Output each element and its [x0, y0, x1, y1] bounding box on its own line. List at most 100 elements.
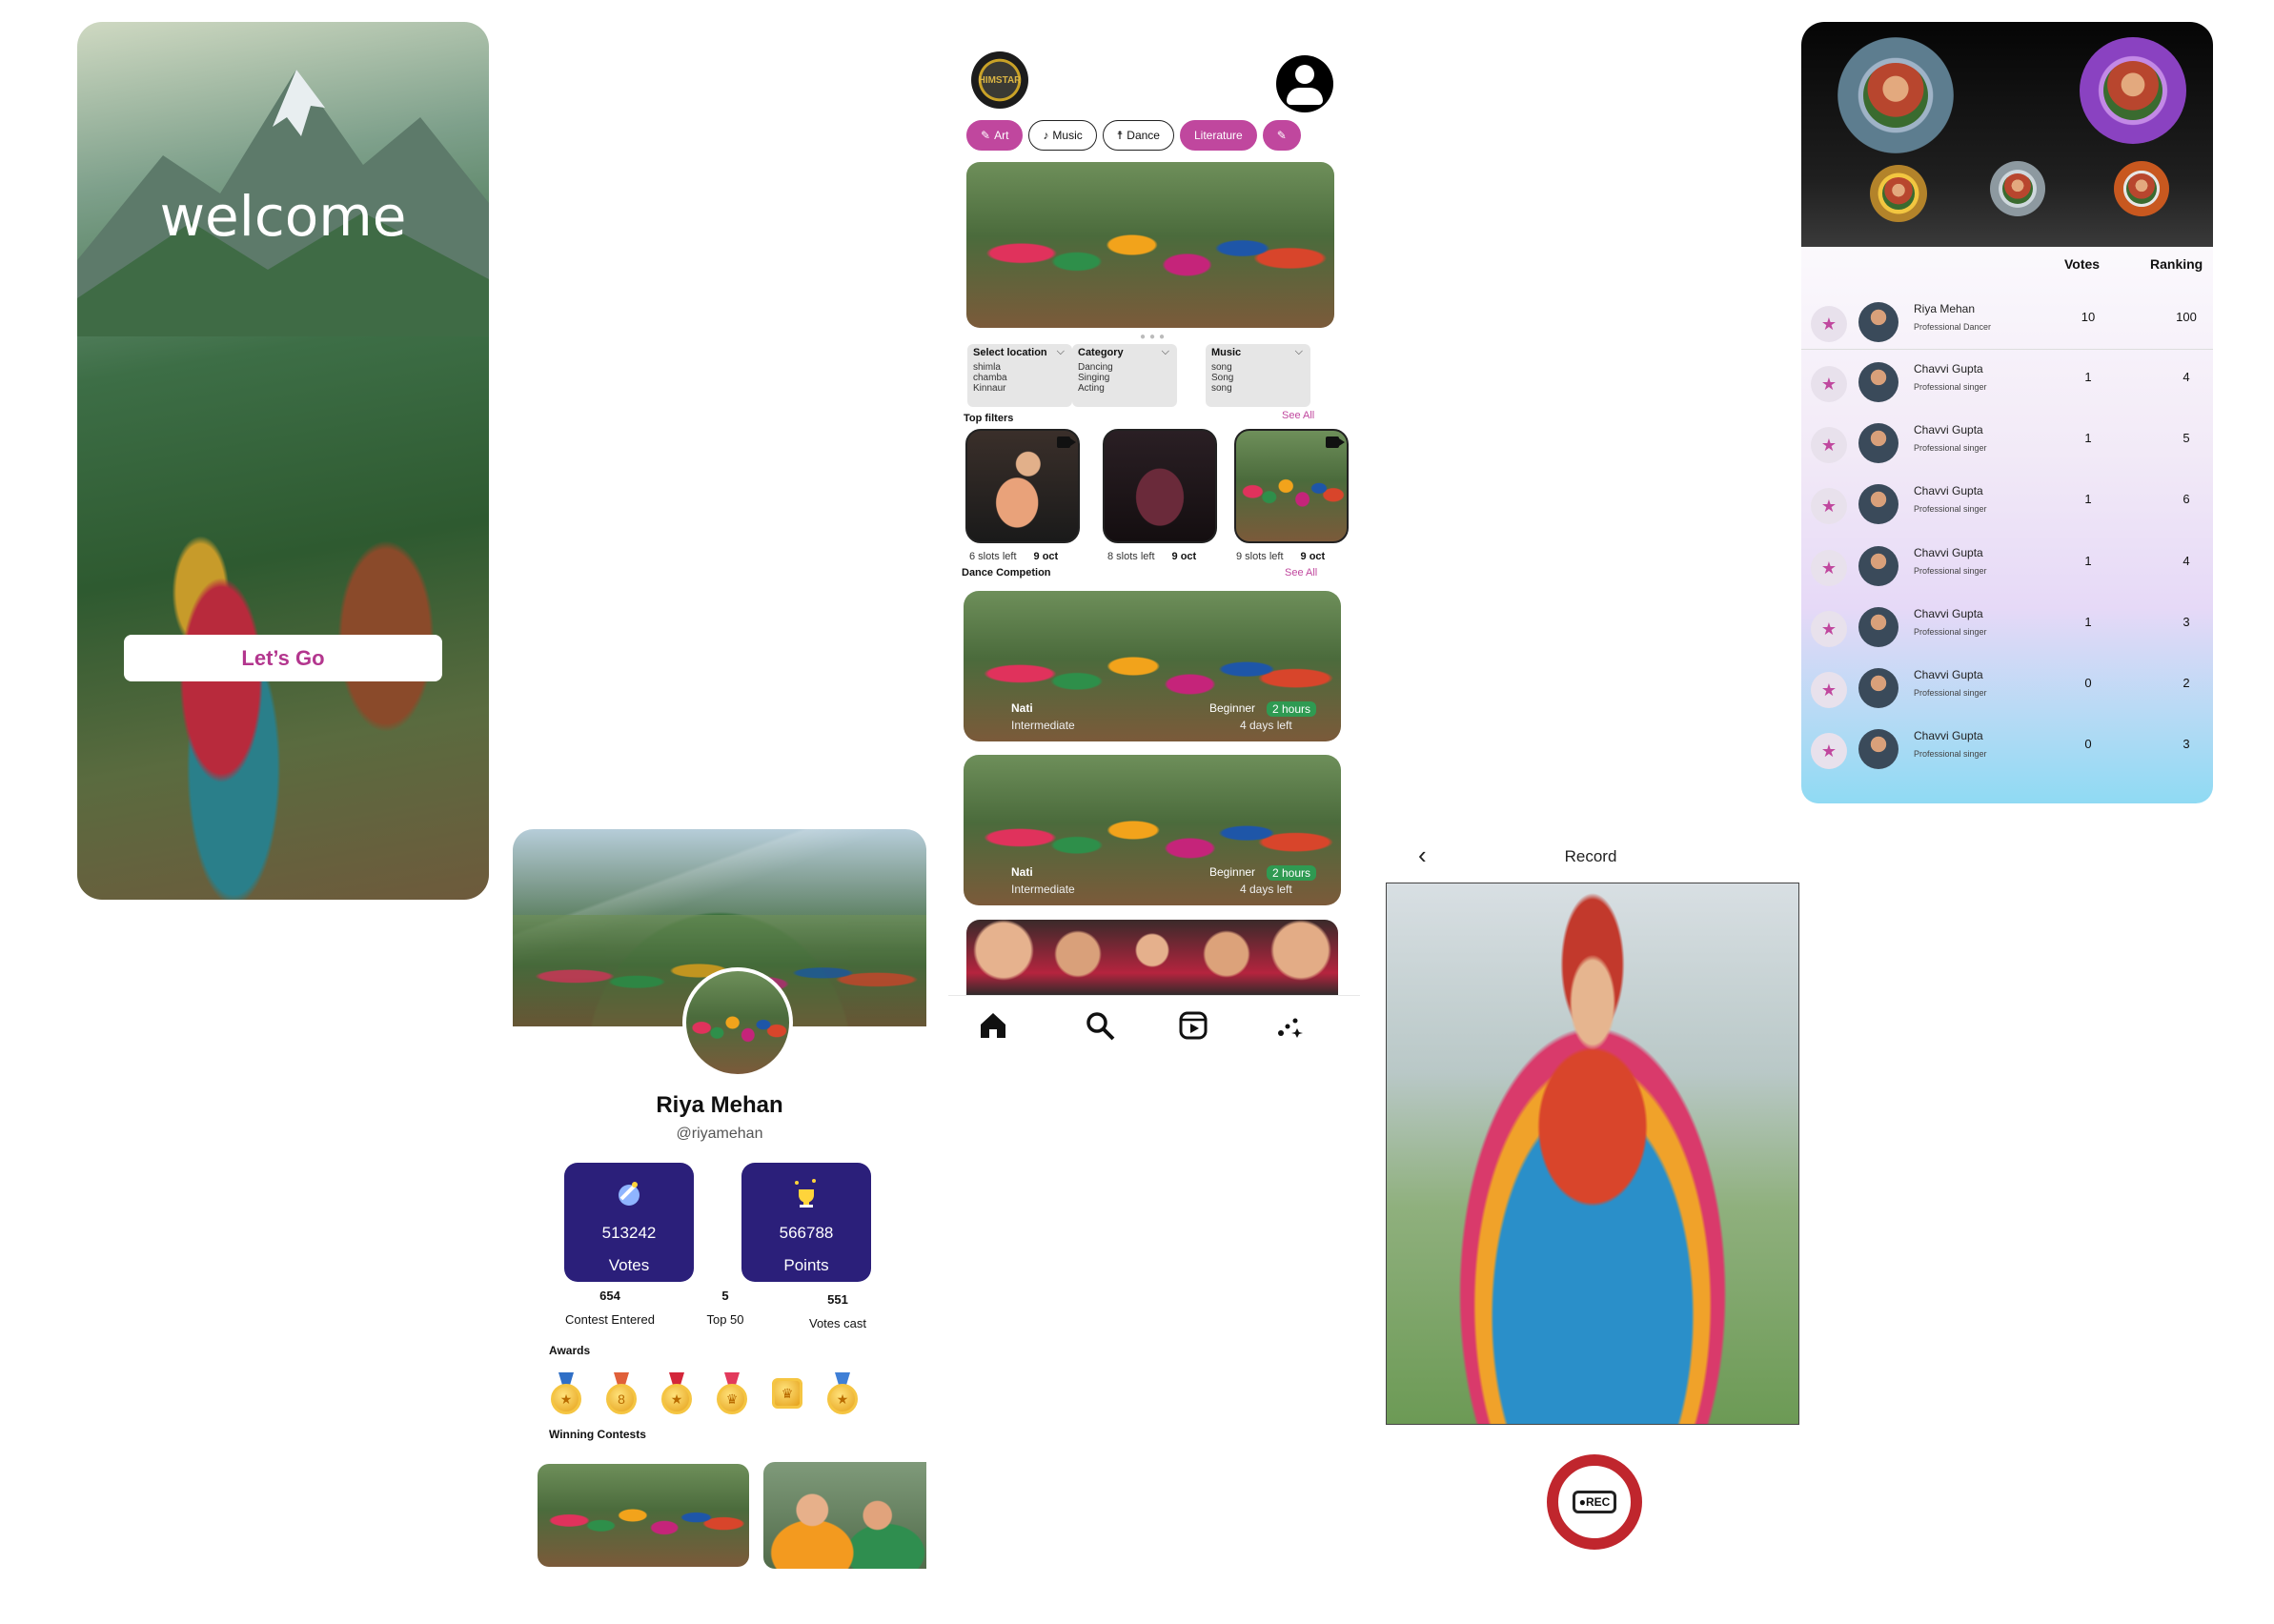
avatar	[1858, 607, 1898, 647]
votes-card[interactable]: 513242 Votes	[564, 1163, 694, 1282]
chevron-down-icon: ⌵	[1056, 346, 1065, 357]
location-filter[interactable]: Select location ⌵ shimla chamba Kinnaur	[967, 344, 1072, 407]
leaderboard-row[interactable]: ★ Chavvi Gupta Professional singer 14	[1801, 351, 2213, 410]
medal-icon[interactable]: 8	[604, 1372, 639, 1414]
home-icon[interactable]	[977, 1009, 1009, 1042]
chevron-down-icon: ⌵	[1161, 346, 1169, 357]
star-icon: ★	[1811, 733, 1847, 769]
avatar	[1858, 546, 1898, 586]
camera-preview	[1386, 883, 1799, 1425]
app-logo[interactable]: HIMSTAR	[971, 51, 1028, 109]
votes-value: 513242	[601, 1224, 657, 1242]
leaderboard-screen: Votes Ranking ★ Riya Mehan Professional D…	[1801, 22, 2213, 803]
see-all-link[interactable]: See All	[1282, 410, 1314, 421]
rank-5-crest[interactable]	[2114, 161, 2169, 216]
star-icon: ★	[1811, 306, 1847, 342]
video-icon	[1326, 436, 1345, 448]
trophy-icon[interactable]: ♛	[770, 1372, 804, 1414]
thumb-2[interactable]	[1103, 429, 1217, 543]
tab-art[interactable]: ✎ Art	[966, 120, 1024, 151]
tab-more[interactable]: ✎	[1262, 120, 1301, 151]
star-icon: ★	[1811, 427, 1847, 463]
competition-card[interactable]: Nati Intermediate Beginner 2 hours 4 day…	[964, 591, 1341, 741]
star-icon: ★	[1811, 550, 1847, 586]
thumb-3-meta: 9 slots left 9 oct	[1236, 551, 1326, 562]
leaderboard-row[interactable]: ★ Chavvi Gupta Professional singer 02	[1801, 657, 2213, 716]
rec-label: ●REC	[1572, 1491, 1617, 1513]
competition-card-partial[interactable]	[966, 920, 1338, 996]
clap-icon	[564, 1176, 694, 1214]
winning-heading: Winning Contests	[549, 1428, 646, 1441]
podium-header	[1801, 22, 2213, 247]
tab-music[interactable]: ♪ Music	[1028, 120, 1097, 151]
profile-name: Riya Mehan	[656, 1092, 783, 1118]
leaderboard-row[interactable]: ★ Chavvi Gupta Professional singer 14	[1801, 535, 2213, 594]
points-card[interactable]: 566788 Points	[741, 1163, 871, 1282]
hero-banner[interactable]	[966, 162, 1334, 328]
top-value: 5	[721, 1289, 729, 1303]
votes-column-header: Votes	[2064, 256, 2101, 272]
contests-value: 654	[599, 1289, 620, 1303]
competition-card[interactable]: Nati Intermediate Beginner 2 hours 4 day…	[964, 755, 1341, 905]
welcome-screen: welcome Let’s Go	[77, 22, 489, 900]
contests-label: Contest Entered	[565, 1312, 655, 1327]
thumb-3[interactable]	[1234, 429, 1349, 543]
welcome-title: welcome	[159, 184, 407, 249]
record-screen: ‹ Record ●REC	[1382, 829, 1799, 1582]
search-icon[interactable]	[1084, 1009, 1116, 1042]
leaderboard-row[interactable]: ★ Chavvi Gupta Professional singer 15	[1801, 412, 2213, 471]
gold-medal-icon[interactable]: ★	[825, 1372, 860, 1414]
profile-handle: @riyamehan	[676, 1126, 763, 1142]
star-icon: ★	[1811, 611, 1847, 647]
contests-stat: 654 Contest Entered	[562, 1289, 658, 1327]
see-all-link[interactable]: See All	[1285, 567, 1317, 579]
top-label: Top 50	[706, 1312, 744, 1327]
bottom-nav	[948, 995, 1360, 1048]
thumb-1-meta: 6 slots left 9 oct	[969, 551, 1059, 562]
avatar	[1858, 362, 1898, 402]
music-filter[interactable]: Music ⌵ song Song song	[1206, 344, 1310, 407]
top-filters-heading: Top filters	[964, 413, 1014, 424]
record-button[interactable]: ●REC	[1547, 1454, 1642, 1550]
rank-4-crest[interactable]	[1990, 161, 2045, 216]
leaderboard-row[interactable]: ★ Chavvi Gupta Professional singer 13	[1801, 596, 2213, 655]
category-filter[interactable]: Category ⌵ Dancing Singing Acting	[1072, 344, 1177, 407]
category-tabs: ✎ Art ♪ Music ☨ Dance Literature ✎	[966, 120, 1301, 151]
avatar	[1858, 668, 1898, 708]
laurel-medal-icon[interactable]: ♛	[715, 1372, 749, 1414]
record-title: Record	[1564, 847, 1617, 865]
tab-literature[interactable]: Literature	[1179, 120, 1257, 151]
rank-3-crest[interactable]	[1870, 165, 1927, 222]
home-feed-screen: HIMSTAR ✎ Art ♪ Music ☨ Dance Literature…	[948, 38, 1360, 1048]
avatar	[1858, 729, 1898, 769]
top-stat: 5 Top 50	[701, 1289, 749, 1327]
winning-contest-2[interactable]	[763, 1462, 926, 1569]
star-icon: ★	[1811, 366, 1847, 402]
thumb-1[interactable]	[965, 429, 1080, 543]
awards-row: ★ 8 ★ ♛ ♛ ★	[549, 1372, 860, 1414]
leaderboard-row[interactable]: ★ Chavvi Gupta Professional singer 16	[1801, 473, 2213, 532]
sparkle-dance-icon[interactable]	[1272, 1009, 1305, 1042]
winning-contest-1[interactable]	[538, 1464, 749, 1567]
awards-heading: Awards	[549, 1344, 591, 1357]
leaderboard-row[interactable]: ★ Chavvi Gupta Professional singer 03	[1801, 718, 2213, 777]
tab-dance[interactable]: ☨ Dance	[1102, 120, 1174, 151]
star-icon: ★	[1811, 672, 1847, 708]
chevron-down-icon: ⌵	[1294, 346, 1303, 357]
lets-go-button[interactable]: Let’s Go	[124, 635, 442, 681]
trophy-stars-icon	[741, 1176, 871, 1214]
points-label: Points	[783, 1256, 829, 1274]
rank-1-crest[interactable]	[2080, 37, 2186, 144]
carousel-dots: ●●●	[1139, 332, 1169, 342]
medal-star-icon[interactable]: ★	[660, 1372, 694, 1414]
cast-stat: 551 Votes cast	[795, 1292, 881, 1330]
leaderboard-row[interactable]: ★ Riya Mehan Professional Dancer 10 100	[1801, 291, 2213, 350]
user-profile-icon[interactable]	[1276, 55, 1333, 112]
profile-screen: Riya Mehan @riyamehan 513242 Votes 56678…	[513, 829, 926, 1611]
cast-value: 551	[827, 1292, 848, 1307]
avatar[interactable]	[682, 967, 793, 1078]
award-badge-icon[interactable]: ★	[549, 1372, 583, 1414]
star-icon: ★	[1811, 488, 1847, 524]
reels-icon[interactable]	[1177, 1009, 1209, 1042]
rank-2-crest[interactable]	[1837, 37, 1954, 153]
